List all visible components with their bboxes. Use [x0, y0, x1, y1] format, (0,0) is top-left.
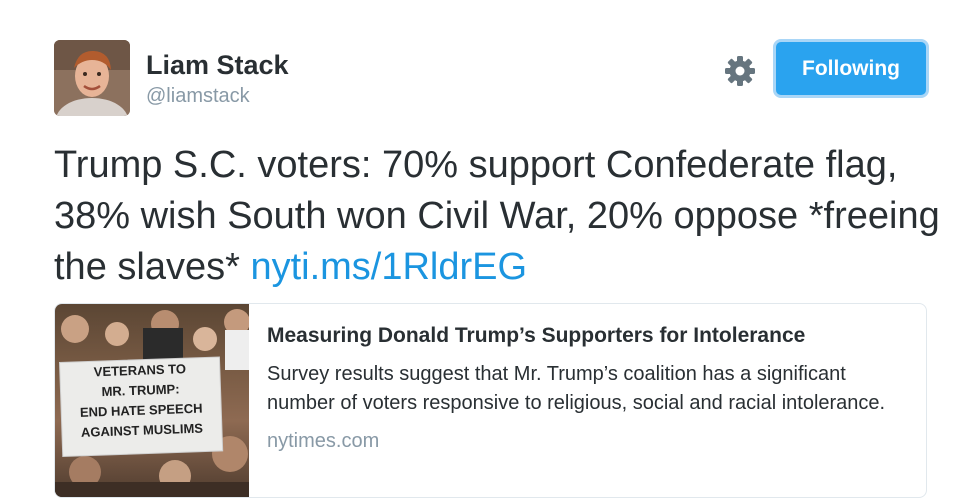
card-image: VETERANS TO MR. TRUMP: END HATE SPEECH A… — [55, 304, 249, 497]
user-name[interactable]: Liam Stack — [146, 50, 289, 81]
card-description: Survey results suggest that Mr. Trump’s … — [267, 363, 886, 414]
tweet-text: Trump S.C. voters: 70% support Confedera… — [54, 140, 944, 293]
card-title[interactable]: Measuring Donald Trump’s Supporters for … — [267, 324, 907, 348]
user-handle[interactable]: @liamstack — [146, 85, 250, 108]
gear-icon[interactable] — [724, 55, 756, 87]
sign-line-2: MR. TRUMP: — [101, 381, 179, 399]
avatar[interactable] — [54, 40, 130, 116]
card-domain: nytimes.com — [267, 430, 380, 452]
avatar-image — [54, 40, 130, 116]
link-card[interactable]: VETERANS TO MR. TRUMP: END HATE SPEECH A… — [54, 303, 927, 498]
following-button[interactable]: Following — [773, 39, 929, 98]
tweet-link[interactable]: nyti.ms/1RldrEG — [250, 246, 527, 288]
card-body: Measuring Donald Trump’s Supporters for … — [267, 324, 907, 453]
